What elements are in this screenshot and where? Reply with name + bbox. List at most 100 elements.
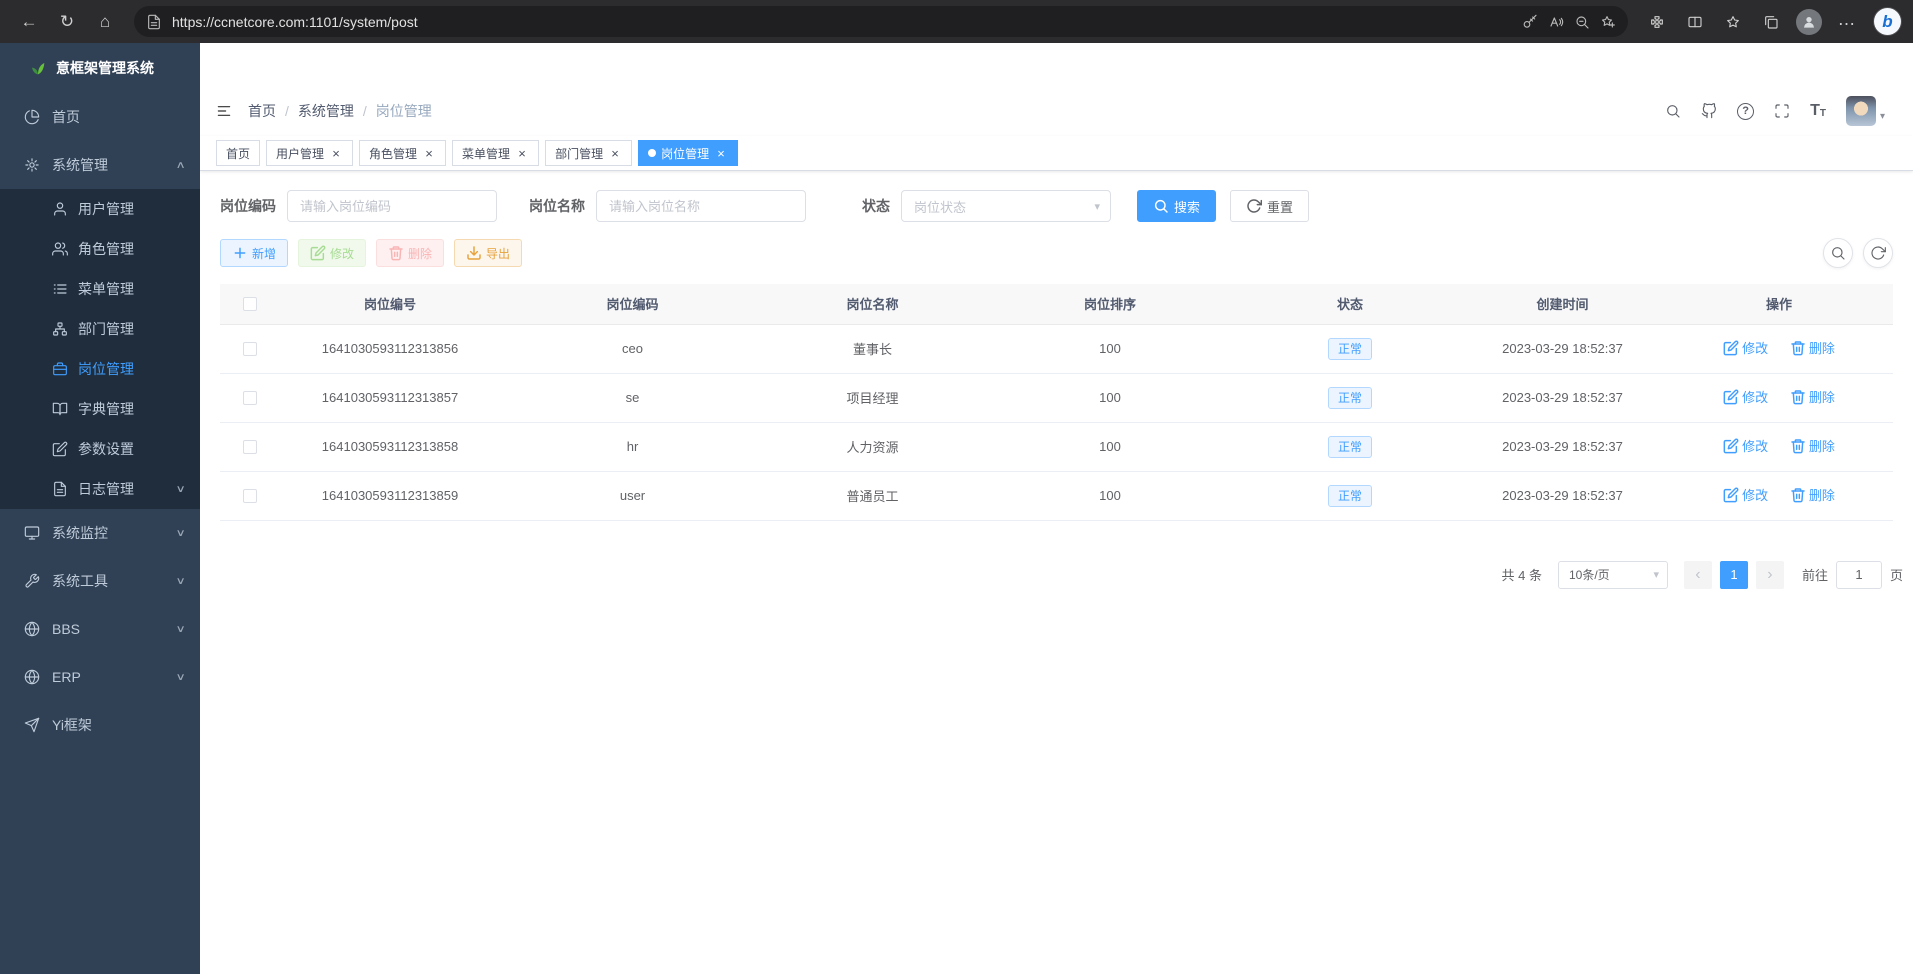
sidebar-item-menu-mgmt[interactable]: 菜单管理: [0, 269, 200, 309]
browser-menu-icon[interactable]: …: [1830, 6, 1864, 38]
table-row: 1641030593112313859 user 普通员工 100 正常 202…: [220, 471, 1893, 520]
edit-icon: [1723, 487, 1739, 503]
bing-copilot-icon[interactable]: b: [1874, 8, 1901, 35]
sidebar-item-user-mgmt[interactable]: 用户管理: [0, 189, 200, 229]
table-row: 1641030593112313857 se 项目经理 100 正常 2023-…: [220, 373, 1893, 422]
tab-dept-mgmt[interactable]: 部门管理 ×: [545, 140, 632, 166]
row-delete-button[interactable]: 删除: [1790, 436, 1835, 455]
font-size-icon[interactable]: TT: [1810, 103, 1826, 119]
goto-page-input[interactable]: [1836, 561, 1882, 589]
close-icon[interactable]: ×: [422, 147, 436, 160]
password-key-icon[interactable]: [1522, 14, 1538, 30]
col-status: 状态: [1240, 284, 1460, 324]
sidebar-item-log-mgmt[interactable]: 日志管理 ∨: [0, 469, 200, 509]
delete-button[interactable]: 删除: [376, 239, 444, 267]
select-all-checkbox[interactable]: [243, 297, 257, 311]
row-checkbox[interactable]: [243, 391, 257, 405]
add-favorite-icon[interactable]: [1600, 14, 1616, 30]
address-bar[interactable]: https://ccnetcore.com:1101/system/post: [134, 6, 1628, 37]
add-button[interactable]: 新增: [220, 239, 288, 267]
cell-post-id: 1641030593112313857: [280, 373, 500, 422]
tab-home[interactable]: 首页: [216, 140, 260, 166]
sidebar-item-system-tools[interactable]: 系统工具 ∨: [0, 557, 200, 605]
tab-role-mgmt[interactable]: 角色管理 ×: [359, 140, 446, 166]
row-edit-button[interactable]: 修改: [1723, 485, 1768, 504]
cell-post-sort: 100: [980, 422, 1240, 471]
sidebar-collapse-icon[interactable]: [216, 103, 232, 119]
refresh-page-icon[interactable]: ↻: [50, 6, 84, 38]
prev-page-button[interactable]: ‹: [1684, 561, 1712, 589]
sidebar-item-param-settings[interactable]: 参数设置: [0, 429, 200, 469]
breadcrumb-home[interactable]: 首页: [248, 101, 276, 121]
post-name-input[interactable]: [596, 190, 806, 222]
site-info-icon[interactable]: [146, 14, 162, 30]
next-page-button[interactable]: ›: [1756, 561, 1784, 589]
tab-post-mgmt[interactable]: 岗位管理 ×: [638, 140, 738, 166]
reset-button[interactable]: 重置: [1230, 190, 1309, 222]
table-row: 1641030593112313858 hr 人力资源 100 正常 2023-…: [220, 422, 1893, 471]
breadcrumb-system[interactable]: 系统管理: [298, 101, 354, 121]
sidebar-item-post-mgmt[interactable]: 岗位管理: [0, 349, 200, 389]
sidebar-item-dict-mgmt[interactable]: 字典管理: [0, 389, 200, 429]
header-search-icon[interactable]: [1665, 103, 1681, 119]
header-actions: ? TT ▾: [1665, 96, 1885, 126]
home-icon[interactable]: ⌂: [88, 6, 122, 38]
row-checkbox[interactable]: [243, 489, 257, 503]
user-avatar-dropdown[interactable]: ▾: [1846, 96, 1885, 126]
zoom-icon[interactable]: [1574, 14, 1590, 30]
read-aloud-icon[interactable]: [1548, 14, 1564, 30]
sidebar-item-home[interactable]: 首页: [0, 93, 200, 141]
export-button[interactable]: 导出: [454, 239, 522, 267]
trash-icon: [1790, 438, 1806, 454]
extensions-icon[interactable]: [1640, 6, 1674, 38]
collections-icon[interactable]: [1754, 6, 1788, 38]
sidebar-item-system-monitor[interactable]: 系统监控 ∨: [0, 509, 200, 557]
cell-post-id: 1641030593112313858: [280, 422, 500, 471]
post-code-input[interactable]: [287, 190, 497, 222]
sidebar-item-erp[interactable]: ERP ∨: [0, 653, 200, 701]
cell-post-code: ceo: [500, 324, 765, 373]
sidebar-item-bbs[interactable]: BBS ∨: [0, 605, 200, 653]
browser-profile-icon[interactable]: [1796, 9, 1822, 35]
search-button[interactable]: 搜索: [1137, 190, 1216, 222]
fullscreen-icon[interactable]: [1774, 103, 1790, 119]
close-icon[interactable]: ×: [515, 147, 529, 160]
cell-post-code: hr: [500, 422, 765, 471]
split-screen-icon[interactable]: [1678, 6, 1712, 38]
leaf-logo-icon: [30, 60, 46, 76]
status-select[interactable]: 岗位状态 ▾: [901, 190, 1111, 222]
url-text: https://ccnetcore.com:1101/system/post: [172, 14, 1512, 30]
page-size-select[interactable]: 10条/页 ▾: [1558, 561, 1668, 589]
row-edit-button[interactable]: 修改: [1723, 387, 1768, 406]
row-edit-button[interactable]: 修改: [1723, 436, 1768, 455]
edit-button[interactable]: 修改: [298, 239, 366, 267]
github-icon[interactable]: [1701, 103, 1717, 119]
col-post-name: 岗位名称: [765, 284, 980, 324]
refresh-table-button[interactable]: [1863, 238, 1893, 268]
row-checkbox[interactable]: [243, 440, 257, 454]
row-delete-button[interactable]: 删除: [1790, 485, 1835, 504]
dashboard-icon: [24, 109, 40, 125]
tab-menu-mgmt[interactable]: 菜单管理 ×: [452, 140, 539, 166]
favorites-icon[interactable]: [1716, 6, 1750, 38]
sidebar-item-dept-mgmt[interactable]: 部门管理: [0, 309, 200, 349]
row-delete-button[interactable]: 删除: [1790, 338, 1835, 357]
trash-icon: [1790, 389, 1806, 405]
close-icon[interactable]: ×: [714, 147, 728, 160]
sidebar-item-role-mgmt[interactable]: 角色管理: [0, 229, 200, 269]
sidebar-item-system-mgmt[interactable]: 系统管理 ∧: [0, 141, 200, 189]
row-edit-button[interactable]: 修改: [1723, 338, 1768, 357]
tab-user-mgmt[interactable]: 用户管理 ×: [266, 140, 353, 166]
cell-created: 2023-03-29 18:52:37: [1460, 422, 1665, 471]
toggle-search-button[interactable]: [1823, 238, 1853, 268]
cell-post-code: user: [500, 471, 765, 520]
back-icon[interactable]: ←: [12, 6, 46, 38]
sidebar-item-yi-framework[interactable]: Yi框架: [0, 701, 200, 749]
page-number-button[interactable]: 1: [1720, 561, 1748, 589]
help-icon[interactable]: ?: [1737, 103, 1754, 120]
close-icon[interactable]: ×: [608, 147, 622, 160]
row-delete-button[interactable]: 删除: [1790, 387, 1835, 406]
row-checkbox[interactable]: [243, 342, 257, 356]
close-icon[interactable]: ×: [329, 147, 343, 160]
edit-icon: [1723, 438, 1739, 454]
